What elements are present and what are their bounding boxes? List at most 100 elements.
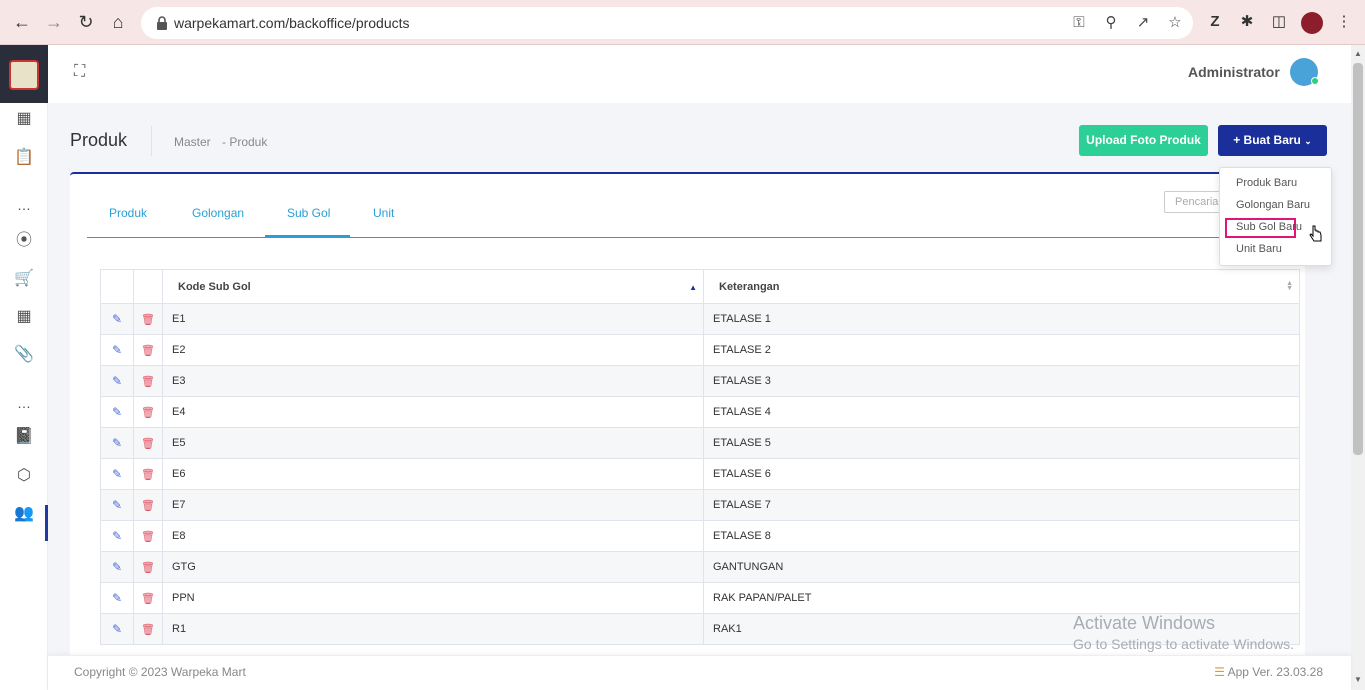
extension-z-icon[interactable]: Z [1204,11,1226,33]
copyright-text: Copyright © 2023 Warpeka Mart [74,665,246,679]
tab-golongan[interactable]: Golongan [192,206,244,220]
edit-cell: ✎ [100,396,134,428]
tab-bar: Produk Golongan Sub Gol Unit [87,174,1297,238]
cell-kode: E6 [162,458,704,490]
broadcast-icon[interactable]: ⦿ [12,229,36,253]
trash-icon[interactable]: 🗑 [141,469,155,481]
brand-logo[interactable] [0,45,48,103]
address-bar[interactable]: warpekamart.com/backoffice/products ⚿ ⚲ … [141,7,1193,39]
activation-watermark: Activate Windows Go to Settings to activ… [1073,613,1294,652]
book-icon[interactable]: 📓 [12,425,36,449]
trash-icon[interactable]: 🗑 [141,376,155,388]
share-icon[interactable]: ↗ [1133,13,1153,33]
column-label-kode: Kode Sub Gol [178,280,251,293]
footer: Copyright © 2023 Warpeka Mart ☰ App Ver.… [48,655,1351,690]
column-header-keterangan[interactable]: Keterangan ▲ ▼ [703,269,1300,304]
tab-sub-gol[interactable]: Sub Gol [287,206,330,220]
scroll-up-icon[interactable]: ▲ [1354,49,1362,58]
sidepanel-icon[interactable]: ◫ [1268,11,1290,33]
sort-icon: ▲ ▼ [1286,280,1293,292]
fullscreen-icon[interactable]: ⛶ [74,63,92,81]
edit-cell: ✎ [100,613,134,645]
cell-keterangan: ETALASE 7 [703,489,1300,521]
edit-icon[interactable]: ✎ [112,405,122,419]
puzzle-icon[interactable]: ✱ [1236,11,1258,33]
edit-cell: ✎ [100,458,134,490]
box-icon[interactable]: ⬡ [12,464,36,488]
cell-kode: E1 [162,303,704,335]
breadcrumb-master[interactable]: Master [174,135,211,149]
upload-photo-button[interactable]: Upload Foto Produk [1079,125,1208,156]
cell-kode: PPN [162,582,704,614]
active-tab-indicator [265,235,350,237]
edit-icon[interactable]: ✎ [112,343,122,357]
delete-cell: 🗑 [133,303,163,335]
tab-unit[interactable]: Unit [373,206,394,220]
tab-produk[interactable]: Produk [109,206,147,220]
edit-icon[interactable]: ✎ [112,529,122,543]
paperclip-icon[interactable]: 📎 [12,343,36,367]
table-row: ✎ 🗑 E8 ETALASE 8 [100,520,1300,552]
menu-item-produk-baru[interactable]: Produk Baru [1236,177,1297,189]
scrollbar-thumb[interactable] [1353,63,1363,455]
scroll-down-icon[interactable]: ▼ [1354,675,1362,684]
cell-keterangan: ETALASE 3 [703,365,1300,397]
home-icon[interactable]: ⌂ [107,11,129,33]
url-text[interactable]: warpekamart.com/backoffice/products [174,15,410,31]
calculator-icon[interactable]: ▦ [12,305,36,329]
trash-icon[interactable]: 🗑 [141,531,155,543]
more-icon: … [17,197,31,213]
trash-icon[interactable]: 🗑 [141,314,155,326]
products-card: Produk Golongan Sub Gol Unit Pencarian K… [70,172,1305,655]
edit-icon[interactable]: ✎ [112,622,122,636]
layers-icon: ☰ [1214,665,1225,679]
page-scrollbar[interactable]: ▲ ▼ [1351,45,1365,690]
cell-keterangan: RAK PAPAN/PALET [703,582,1300,614]
edit-icon[interactable]: ✎ [112,498,122,512]
cart-icon[interactable]: 🛒 [12,267,36,291]
trash-icon[interactable]: 🗑 [141,407,155,419]
table-row: ✎ 🗑 E5 ETALASE 5 [100,427,1300,459]
trash-icon[interactable]: 🗑 [141,438,155,450]
menu-item-unit-baru[interactable]: Unit Baru [1236,243,1282,255]
delete-cell: 🗑 [133,427,163,459]
zoom-icon[interactable]: ⚲ [1101,13,1121,33]
cell-keterangan: ETALASE 2 [703,334,1300,366]
profile-avatar[interactable] [1301,12,1323,34]
trash-icon[interactable]: 🗑 [141,345,155,357]
edit-icon[interactable]: ✎ [112,374,122,388]
edit-icon[interactable]: ✎ [112,467,122,481]
users-icon[interactable]: 👥 [12,502,36,526]
edit-icon[interactable]: ✎ [112,436,122,450]
trash-icon[interactable]: 🗑 [141,500,155,512]
column-header-kode[interactable]: Kode Sub Gol ▲ [162,269,704,304]
star-icon[interactable]: ☆ [1165,13,1185,33]
menu-item-sub-gol-baru[interactable]: Sub Gol Baru [1236,221,1302,233]
edit-cell: ✎ [100,365,134,397]
delete-cell: 🗑 [133,396,163,428]
user-name[interactable]: Administrator [1188,64,1280,80]
table-row: ✎ 🗑 PPN RAK PAPAN/PALET [100,582,1300,614]
edit-icon[interactable]: ✎ [112,312,122,326]
app-version-text: App Ver. 23.03.28 [1227,665,1323,679]
menu-kebab-icon[interactable]: ⋮ [1333,11,1355,33]
trash-icon[interactable]: 🗑 [141,593,155,605]
key-icon[interactable]: ⚿ [1069,13,1089,33]
trash-icon[interactable]: 🗑 [141,562,155,574]
edit-cell: ✎ [100,551,134,583]
trash-icon[interactable]: 🗑 [141,624,155,636]
edit-icon[interactable]: ✎ [112,591,122,605]
edit-icon[interactable]: ✎ [112,560,122,574]
edit-cell: ✎ [100,303,134,335]
menu-item-golongan-baru[interactable]: Golongan Baru [1236,199,1310,211]
create-new-button[interactable]: + Buat Baru ⌄ [1218,125,1327,156]
reload-icon[interactable]: ↻ [75,11,97,33]
table-row: ✎ 🗑 E1 ETALASE 1 [100,303,1300,335]
grid-icon[interactable]: ▦ [12,107,36,131]
more-icon: … [17,395,31,411]
forward-icon[interactable]: → [43,11,65,33]
cell-kode: R1 [162,613,704,645]
sort-asc-icon: ▲ [689,283,697,292]
back-icon[interactable]: ← [11,11,33,33]
clipboard-icon[interactable]: 📋 [12,146,36,170]
